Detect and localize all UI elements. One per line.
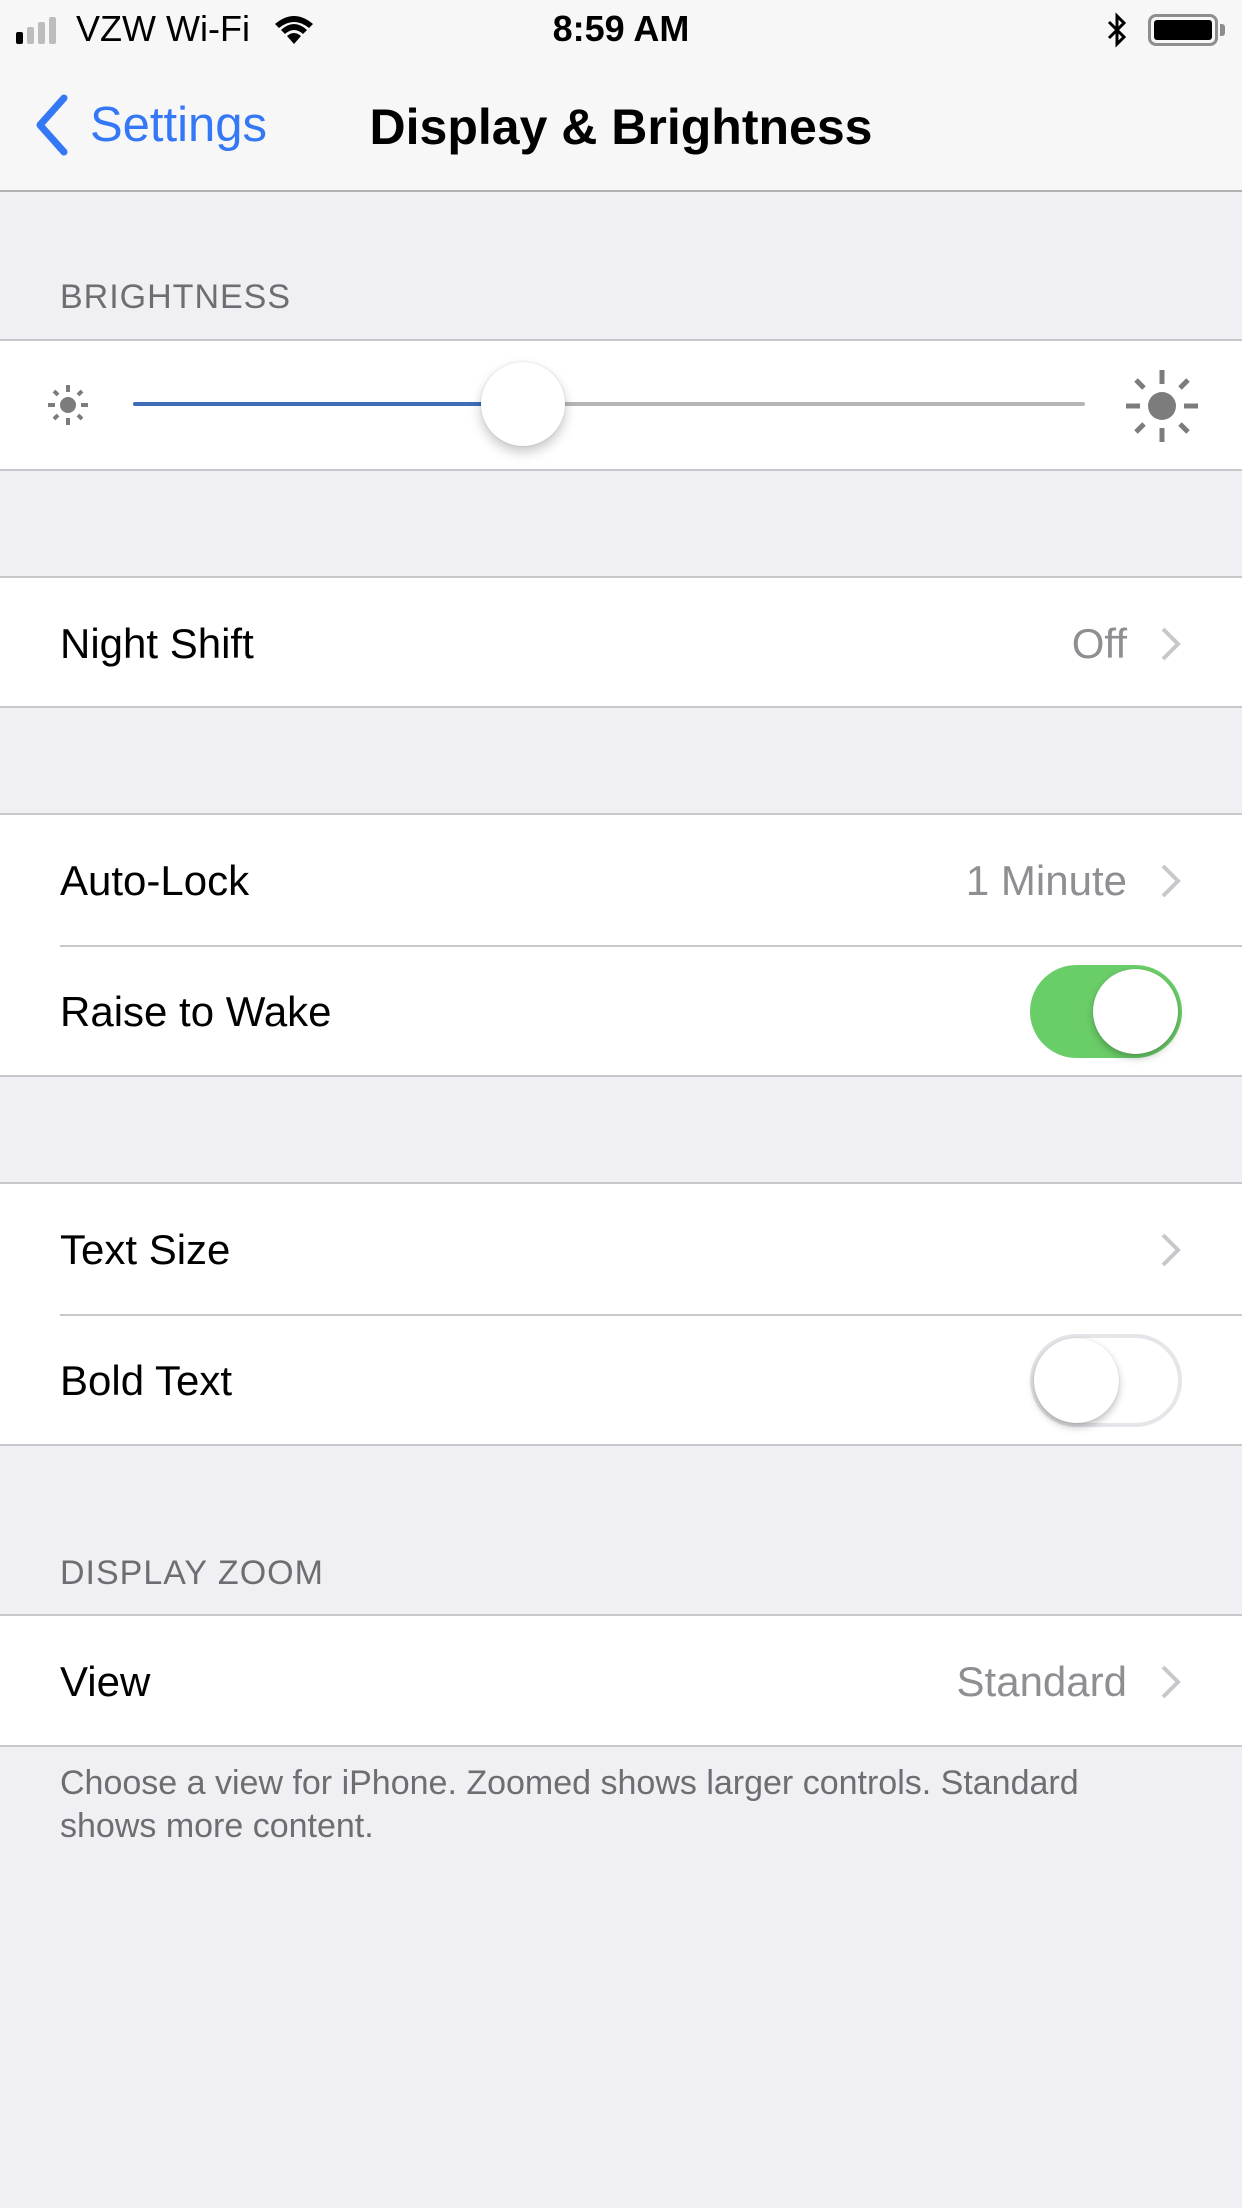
status-bar: VZW Wi-Fi 8:59 AM (0, 0, 1242, 62)
bold-text-toggle[interactable] (1030, 1334, 1182, 1427)
row-raise-to-wake: Raise to Wake (0, 946, 1242, 1077)
sun-small-icon (48, 385, 88, 425)
chevron-right-icon (1161, 864, 1181, 898)
brightness-slider-thumb[interactable] (481, 362, 566, 446)
display-zoom-footer: Choose a view for iPhone. Zoomed shows l… (60, 1764, 1079, 1845)
brightness-slider-fill (133, 402, 524, 406)
chevron-right-icon (1161, 1665, 1181, 1699)
section-header-display-zoom: DISPLAY ZOOM (60, 1554, 324, 1592)
raise-to-wake-toggle[interactable] (1030, 965, 1182, 1058)
sun-large-icon (1126, 370, 1198, 442)
row-auto-lock[interactable]: Auto-Lock 1 Minute (0, 815, 1242, 946)
display-zoom-group: View Standard (0, 1614, 1242, 1747)
toggle-knob (1034, 1338, 1119, 1423)
row-night-shift[interactable]: Night Shift Off (0, 578, 1242, 709)
toggle-knob (1093, 969, 1178, 1054)
row-bold-text: Bold Text (0, 1315, 1242, 1446)
night-shift-group: Night Shift Off (0, 576, 1242, 708)
view-value: Standard (956, 1658, 1127, 1705)
bold-text-label: Bold Text (60, 1357, 232, 1404)
battery-icon (1148, 14, 1218, 46)
row-view[interactable]: View Standard (0, 1616, 1242, 1747)
auto-lock-label: Auto-Lock (60, 857, 250, 904)
page-title: Display & Brightness (369, 99, 873, 155)
clock: 8:59 AM (552, 8, 690, 49)
night-shift-value: Off (1071, 620, 1127, 667)
lock-group: Auto-Lock 1 Minute Raise to Wake (0, 813, 1242, 1077)
text-size-label: Text Size (60, 1226, 231, 1273)
bluetooth-icon (1107, 12, 1127, 48)
row-text-size[interactable]: Text Size (0, 1184, 1242, 1315)
raise-to-wake-label: Raise to Wake (60, 988, 332, 1035)
auto-lock-value: 1 Minute (965, 857, 1127, 904)
night-shift-label: Night Shift (60, 620, 254, 667)
text-group: Text Size Bold Text (0, 1182, 1242, 1446)
chevron-right-icon (1161, 1233, 1181, 1267)
view-label: View (60, 1658, 151, 1705)
navigation-bar: Settings Display & Brightness (0, 62, 1242, 192)
brightness-slider[interactable] (133, 402, 1085, 406)
chevron-right-icon (1161, 627, 1181, 661)
battery-tip (1220, 24, 1225, 36)
section-header-brightness: BRIGHTNESS (60, 278, 292, 316)
